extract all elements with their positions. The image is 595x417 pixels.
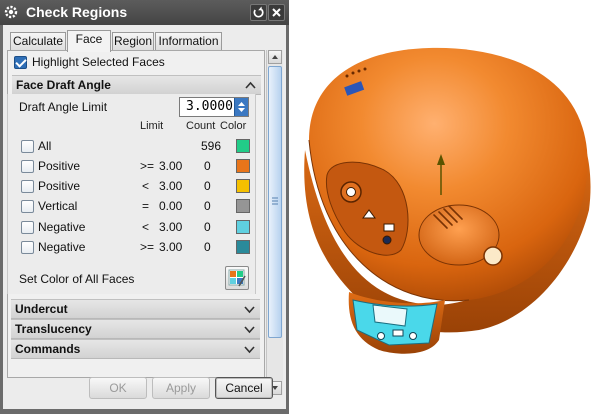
- row-limit: 3.00: [159, 240, 183, 254]
- translucency-section-header[interactable]: Translucency: [11, 319, 260, 339]
- row-op: >=: [140, 240, 155, 254]
- row-label: Positive: [38, 159, 81, 173]
- row-label: Negative: [38, 240, 86, 254]
- row-count: 596: [201, 139, 222, 153]
- row-color-swatch[interactable]: [236, 199, 250, 213]
- row-op: =: [142, 199, 150, 213]
- row-op: <: [142, 220, 150, 234]
- arrow-up-icon: [272, 55, 278, 59]
- row-limit: 3.00: [159, 159, 183, 173]
- close-icon: [272, 8, 281, 17]
- button-label: Cancel: [225, 381, 263, 395]
- positive-lt-checkbox[interactable]: [21, 180, 34, 193]
- reset-icon: [253, 6, 264, 18]
- tab-calculate[interactable]: Calculate: [10, 32, 66, 51]
- row-limit: 3.00: [159, 220, 183, 234]
- connector-pin: [392, 329, 404, 337]
- count-column-header: Count: [186, 120, 216, 132]
- negative-lt-checkbox[interactable]: [21, 221, 34, 234]
- highlight-faces-checkbox[interactable]: [14, 56, 27, 69]
- ok-button[interactable]: OK: [89, 377, 147, 399]
- all-checkbox[interactable]: [21, 140, 34, 153]
- chevron-down-icon: [244, 326, 255, 334]
- grip-icon: [272, 197, 278, 205]
- cancel-button[interactable]: Cancel: [215, 377, 273, 399]
- section-title: Undercut: [15, 302, 68, 316]
- row-label: Negative: [38, 220, 86, 234]
- tab-label: Region: [113, 34, 153, 48]
- chevron-down-icon: [244, 346, 255, 354]
- row-label: All: [38, 139, 52, 153]
- scroll-up-button[interactable]: [268, 50, 282, 64]
- model-port-small: [382, 235, 392, 245]
- row-label: Positive: [38, 179, 81, 193]
- title-bar: Check Regions: [0, 0, 289, 25]
- graphics-viewport[interactable]: [289, 0, 595, 414]
- face-draft-angle-content: [7, 94, 256, 294]
- spin-up-down-icon: [238, 102, 245, 112]
- chevron-down-icon: [244, 306, 255, 314]
- negative-ge-checkbox[interactable]: [21, 241, 34, 254]
- button-label: OK: [109, 381, 127, 395]
- check-regions-dialog: Check Regions Calculate Face Region Info…: [0, 0, 289, 414]
- section-title: Translucency: [15, 322, 92, 336]
- row-limit: 3.00: [159, 179, 183, 193]
- dialog-title: Check Regions: [26, 4, 128, 20]
- reset-button[interactable]: [250, 4, 267, 21]
- tab-label: Face: [75, 32, 103, 46]
- row-count: 0: [204, 199, 211, 213]
- commands-section-header[interactable]: Commands: [11, 339, 260, 359]
- tab-face[interactable]: Face: [67, 30, 111, 52]
- apply-button[interactable]: Apply: [152, 377, 210, 399]
- model-led-window: [483, 246, 503, 266]
- connector-pin: [409, 332, 417, 340]
- chevron-up-icon: [245, 81, 256, 89]
- set-color-label: Set Color of All Faces: [19, 272, 135, 286]
- palette-icon: [228, 269, 246, 287]
- gear-icon[interactable]: [3, 4, 19, 20]
- row-count: 0: [204, 159, 211, 173]
- spin-arrows[interactable]: [234, 98, 248, 116]
- tab-information[interactable]: Information: [155, 32, 222, 51]
- row-color-swatch[interactable]: [236, 139, 250, 153]
- face-draft-angle-header[interactable]: Face Draft Angle: [12, 75, 261, 95]
- limit-column-header: Limit: [140, 120, 164, 132]
- row-limit: 0.00: [159, 199, 183, 213]
- row-op: >=: [140, 159, 155, 173]
- row-label: Vertical: [38, 199, 78, 213]
- draft-angle-limit-input[interactable]: 3.0000: [179, 97, 249, 117]
- button-label: Apply: [165, 381, 197, 395]
- row-color-swatch[interactable]: [236, 240, 250, 254]
- close-button[interactable]: [268, 4, 285, 21]
- connector-slot: [372, 304, 408, 327]
- row-color-swatch[interactable]: [236, 179, 250, 193]
- model-port-rect: [383, 223, 395, 232]
- row-color-swatch[interactable]: [236, 159, 250, 173]
- section-title: Commands: [15, 342, 81, 356]
- draft-angle-limit-label: Draft Angle Limit: [19, 100, 108, 114]
- set-color-all-faces-button[interactable]: [225, 266, 249, 290]
- highlight-faces-label: Highlight Selected Faces: [32, 55, 165, 69]
- tab-region[interactable]: Region: [112, 32, 154, 51]
- row-op: <: [142, 179, 150, 193]
- section-title: Face Draft Angle: [16, 78, 111, 92]
- tab-label: Calculate: [12, 34, 64, 48]
- color-column-header: Color: [220, 120, 247, 132]
- row-color-swatch[interactable]: [236, 220, 250, 234]
- draft-angle-limit-value: 3.0000: [186, 99, 233, 114]
- undercut-section-header[interactable]: Undercut: [11, 299, 260, 319]
- cad-model[interactable]: [289, 0, 595, 414]
- row-count: 0: [204, 220, 211, 234]
- connector-pin: [377, 332, 385, 340]
- row-count: 0: [204, 240, 211, 254]
- tab-label: Information: [158, 34, 219, 48]
- vertical-checkbox[interactable]: [21, 200, 34, 213]
- scroll-thumb[interactable]: [268, 66, 282, 338]
- model-port-hole: [346, 187, 356, 197]
- positive-ge-checkbox[interactable]: [21, 160, 34, 173]
- panel-scrollbar[interactable]: [266, 50, 283, 395]
- row-count: 0: [204, 179, 211, 193]
- dialog-body: Calculate Face Region Information Highli…: [3, 25, 286, 409]
